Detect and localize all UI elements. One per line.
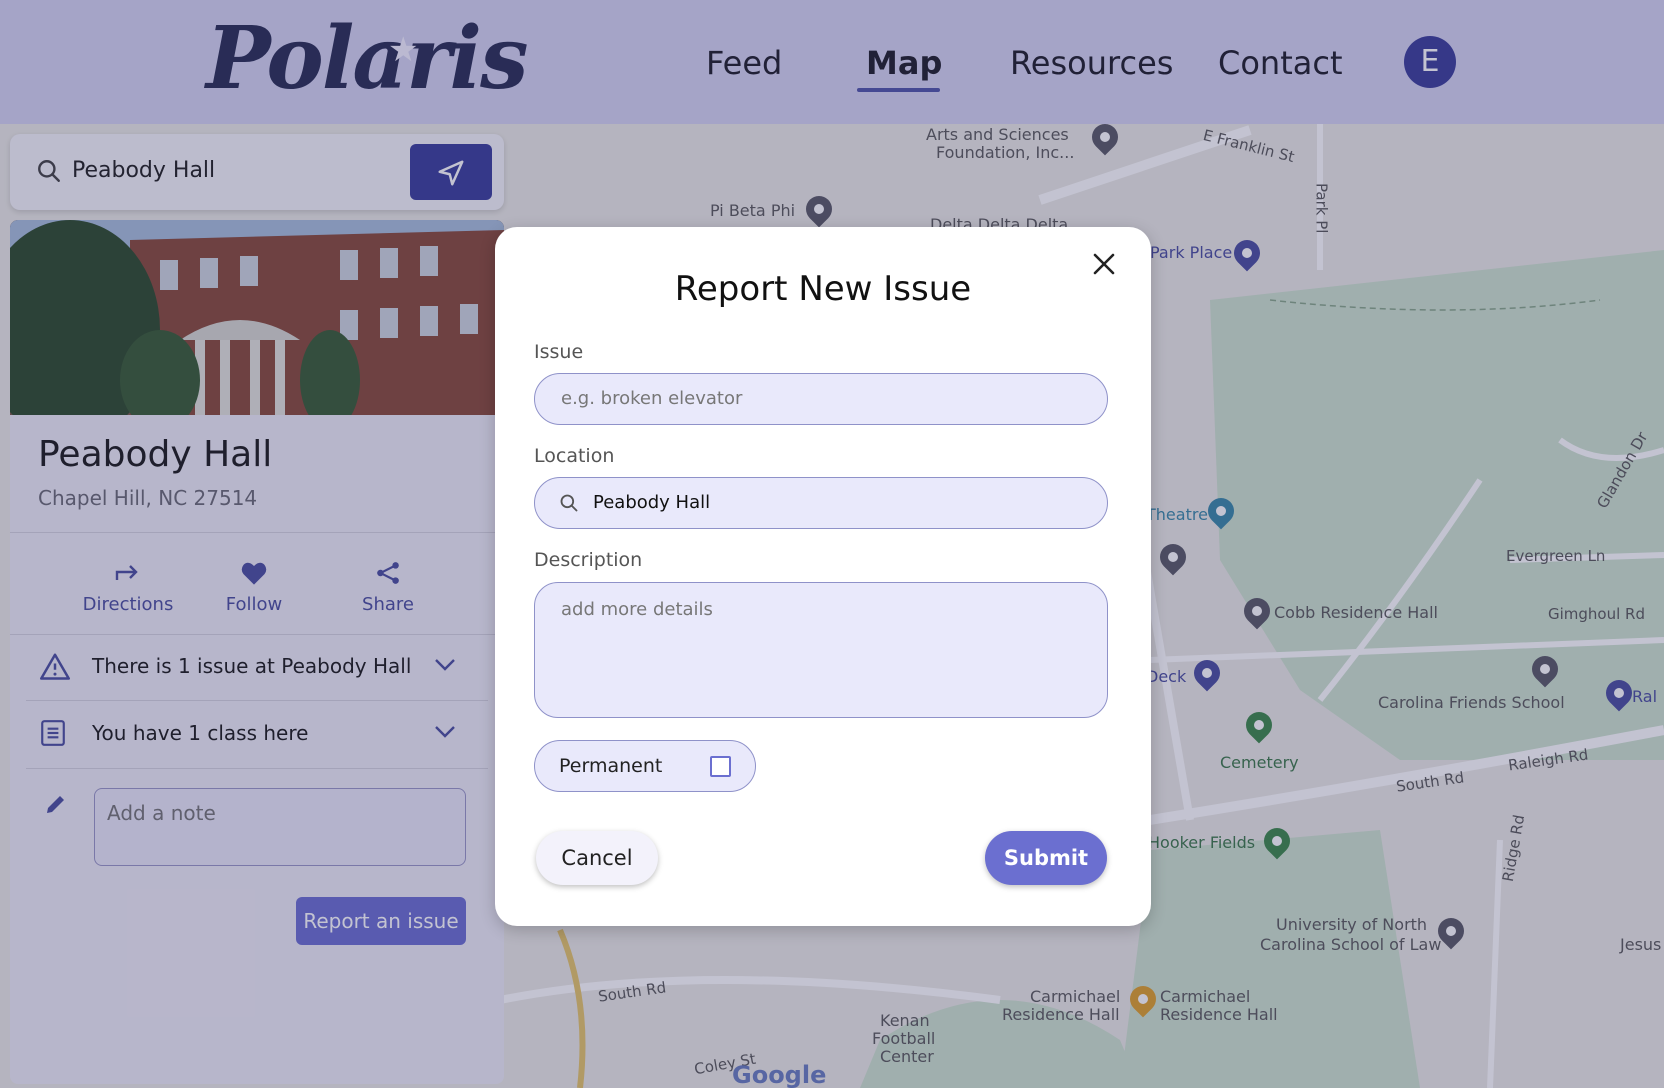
issue-label: Issue [534, 341, 584, 363]
submit-button[interactable]: Submit [985, 831, 1107, 885]
description-textarea[interactable]: add more details [534, 582, 1108, 718]
location-label: Location [534, 445, 615, 467]
issue-input[interactable]: e.g. broken elevator [534, 373, 1108, 425]
permanent-label: Permanent [559, 755, 663, 777]
description-placeholder: add more details [561, 599, 713, 620]
search-icon [560, 494, 578, 512]
permanent-toggle[interactable]: Permanent [534, 740, 756, 792]
report-issue-modal: Report New Issue Issue e.g. broken eleva… [495, 227, 1151, 926]
cancel-button[interactable]: Cancel [536, 831, 658, 885]
location-value: Peabody Hall [593, 492, 711, 513]
issue-placeholder: e.g. broken elevator [561, 388, 743, 409]
permanent-checkbox[interactable] [710, 756, 731, 777]
description-label: Description [534, 549, 643, 571]
modal-title: Report New Issue [674, 269, 972, 309]
location-input[interactable]: Peabody Hall [534, 477, 1108, 529]
